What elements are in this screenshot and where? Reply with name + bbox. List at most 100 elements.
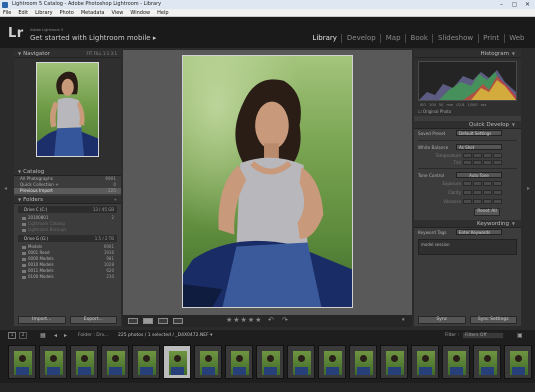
forward-arrow-icon[interactable]: ▸ xyxy=(64,332,67,339)
filmstrip-thumbnail[interactable] xyxy=(101,345,129,379)
exposure-stepper[interactable] xyxy=(463,181,502,186)
minimize-button[interactable]: – xyxy=(496,1,507,8)
navigator-header[interactable]: ▼ Navigator FIT FILL 1:1 3:1 xyxy=(14,50,121,58)
rating-stars[interactable]: ★★★★★ xyxy=(226,316,262,324)
folder-item[interactable]: 0100 Models 210 xyxy=(14,274,121,280)
filmstrip-thumbnail[interactable] xyxy=(411,345,439,379)
maximize-button[interactable]: ▢ xyxy=(509,1,520,8)
menu-metadata[interactable]: Metadata xyxy=(81,9,105,16)
filmstrip-thumbnail[interactable] xyxy=(39,345,67,379)
filmstrip-source-path[interactable]: Folder : Drv... xyxy=(78,333,108,338)
module-slideshow[interactable]: Slideshow xyxy=(432,34,477,43)
menu-file[interactable]: File xyxy=(3,9,11,16)
filmstrip-thumbnail[interactable] xyxy=(318,345,346,379)
clarity-row: Clarity xyxy=(414,189,521,198)
collapse-triangle-icon: ▼ xyxy=(18,51,22,56)
get-started-mobile-link[interactable]: Get started with Lightroom mobile ▸ xyxy=(30,34,156,42)
module-print[interactable]: Print xyxy=(477,34,504,43)
filmstrip-thumbnail-selected[interactable] xyxy=(163,345,191,379)
import-button[interactable]: Import... xyxy=(18,316,66,324)
keywording-header[interactable]: Keywording ▼ xyxy=(414,220,521,228)
close-button[interactable]: ✕ xyxy=(522,1,533,8)
right-panel-toggle-icon[interactable]: ▸ xyxy=(527,185,530,195)
menu-photo[interactable]: Photo xyxy=(60,9,74,16)
filmstrip-thumbnail[interactable] xyxy=(256,345,284,379)
filmstrip-thumbnail[interactable] xyxy=(504,345,532,379)
page-1-button[interactable]: 1 xyxy=(8,332,16,339)
histogram-plot[interactable] xyxy=(418,61,517,101)
folders-header[interactable]: ▼ Folders + xyxy=(14,196,121,204)
drive-c[interactable]: Drive C (C:) 13 / 45 GB xyxy=(18,206,117,213)
filter-select[interactable]: Filters Off xyxy=(462,332,504,339)
filmstrip-header: 1 2 ▦ ◂ ▸ Folder : Drv... 225 photos / 1… xyxy=(0,330,535,341)
compare-view-icon[interactable] xyxy=(158,318,168,324)
filmstrip-thumbnail[interactable] xyxy=(349,345,377,379)
navigator-preview-area[interactable] xyxy=(14,58,121,168)
loupe-view-icon[interactable] xyxy=(143,318,153,324)
filmstrip-thumbnail[interactable] xyxy=(8,345,36,379)
grid-view-icon[interactable] xyxy=(128,318,138,324)
white-balance-select[interactable]: As Shot xyxy=(456,144,502,150)
filmstrip-thumbnail[interactable] xyxy=(473,345,501,379)
menu-window[interactable]: Window xyxy=(130,9,150,16)
rotate-right-icon[interactable]: ↷ xyxy=(282,316,288,324)
filmstrip-thumbnail[interactable] xyxy=(442,345,470,379)
menu-library[interactable]: Library xyxy=(35,9,52,16)
filmstrip-thumbnail[interactable] xyxy=(194,345,222,379)
sync-settings-button[interactable]: Sync Settings xyxy=(469,316,517,324)
identity-plate-bar xyxy=(0,17,535,48)
survey-view-icon[interactable] xyxy=(173,318,183,324)
filmstrip-thumbnail[interactable] xyxy=(287,345,315,379)
module-develop[interactable]: Develop xyxy=(341,34,380,43)
filmstrip-thumbnail[interactable] xyxy=(132,345,160,379)
filmstrip-selection-info[interactable]: 225 photos / 1 selected / _D4X0472.NEF ▾ xyxy=(118,333,212,338)
page-2-button[interactable]: 2 xyxy=(19,332,27,339)
filmstrip-thumbnail[interactable] xyxy=(380,345,408,379)
navigator-zoom-options[interactable]: FIT FILL 1:1 3:1 xyxy=(86,50,117,58)
reset-all-button[interactable]: Reset All xyxy=(474,208,500,216)
filmstrip-scrollbar[interactable] xyxy=(0,383,535,392)
folder-item[interactable]: Lightroom Backups xyxy=(14,227,121,233)
original-photo-checkbox[interactable]: ☐ Original Photo xyxy=(418,109,451,114)
catalog-header[interactable]: ▼ Catalog xyxy=(14,168,121,176)
grid-icon[interactable]: ▦ xyxy=(40,332,46,339)
module-book[interactable]: Book xyxy=(405,34,432,43)
keywords-field[interactable]: model session xyxy=(418,239,517,255)
saved-preset-row: Saved Preset Default Settings xyxy=(414,129,521,138)
rotate-left-icon[interactable]: ↶ xyxy=(268,316,274,324)
filmstrip-thumbnail[interactable] xyxy=(70,345,98,379)
module-library[interactable]: Library xyxy=(308,34,341,43)
tint-stepper[interactable] xyxy=(463,160,502,165)
navigator-photo-thumbnail[interactable] xyxy=(36,62,99,157)
toolbar-menu-icon[interactable]: ▾ xyxy=(402,317,405,323)
saved-preset-select[interactable]: Default Settings xyxy=(456,130,502,136)
clarity-stepper[interactable] xyxy=(463,190,502,195)
menu-view[interactable]: View xyxy=(112,9,124,16)
sync-button[interactable]: Sync xyxy=(418,316,466,324)
add-folder-icon[interactable]: + xyxy=(114,196,117,204)
temperature-stepper[interactable] xyxy=(463,153,502,158)
export-button[interactable]: Export... xyxy=(69,316,117,324)
histogram-area[interactable]: ISO 100 50 mm f/2.8 1/500 sec ☐ Original… xyxy=(414,58,521,116)
auto-tone-button[interactable]: Auto Tone xyxy=(456,172,502,178)
quick-develop-header[interactable]: Quick Develop ▼ xyxy=(414,121,521,129)
filter-lock-icon[interactable]: ▣ xyxy=(517,332,523,339)
catalog-previous-import[interactable]: Previous Import 225 xyxy=(14,188,121,194)
left-panel-toggle-icon[interactable]: ◂ xyxy=(4,185,7,195)
menu-help[interactable]: Help xyxy=(157,9,168,16)
loupe-view[interactable] xyxy=(123,50,412,315)
lightroom-logo: Lr xyxy=(8,26,24,41)
keyword-tags-select[interactable]: Enter Keywords xyxy=(456,229,502,235)
window-titlebar: Lightroom 5 Catalog - Adobe Photoshop Li… xyxy=(0,0,535,9)
module-map[interactable]: Map xyxy=(380,34,405,43)
vibrance-stepper[interactable] xyxy=(463,199,502,204)
drive-g[interactable]: Drive G (G:) 1.5 / 2 TB xyxy=(18,235,117,242)
main-photo[interactable] xyxy=(182,55,353,308)
menu-edit[interactable]: Edit xyxy=(18,9,28,16)
filmstrip[interactable] xyxy=(0,341,535,383)
back-arrow-icon[interactable]: ◂ xyxy=(54,332,57,339)
module-web[interactable]: Web xyxy=(503,34,529,43)
filmstrip-thumbnail[interactable] xyxy=(225,345,253,379)
window-controls: – ▢ ✕ xyxy=(496,0,533,9)
histogram-header[interactable]: Histogram ▼ xyxy=(414,50,521,58)
